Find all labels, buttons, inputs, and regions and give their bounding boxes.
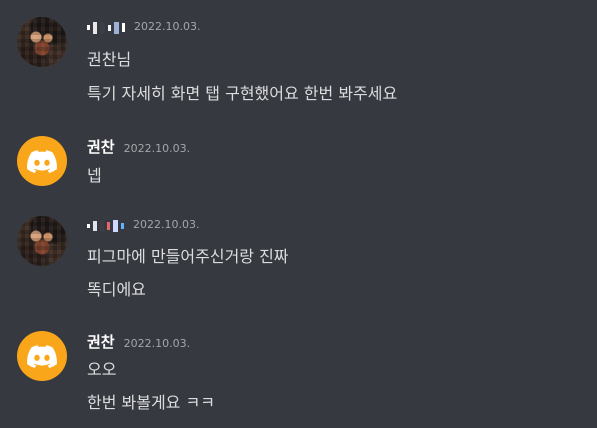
timestamp: 2022.10.03.: [123, 142, 191, 155]
message-text: 똑디에요: [87, 280, 146, 299]
message-header: 권찬 2022.10.03.: [87, 331, 190, 352]
username[interactable]: 권찬: [87, 136, 115, 157]
timestamp: 2022.10.03.: [123, 337, 191, 350]
message-header: 권찬 2022.10.03.: [87, 136, 190, 157]
username[interactable]: 권찬: [87, 331, 115, 352]
message-text: 오오: [87, 360, 117, 379]
message-text: 권찬님: [87, 50, 132, 69]
timestamp: 2022.10.03.: [133, 218, 200, 231]
user-avatar[interactable]: [17, 216, 67, 266]
discord-icon[interactable]: [17, 331, 67, 381]
discord-logo-icon: [27, 344, 57, 368]
message-header: 2022.10.03.: [87, 20, 200, 35]
discord-icon[interactable]: [17, 136, 67, 186]
message-text: 한번 봐볼게요 ㅋㅋ: [87, 393, 215, 412]
message-text: 피그마에 만들어주신거랑 진짜: [87, 247, 289, 266]
message-text: 넵: [87, 166, 102, 185]
timestamp: 2022.10.03.: [134, 20, 201, 33]
username-obscured[interactable]: [87, 20, 125, 35]
message-text: 특기 자세히 화면 탭 구현했어요 한번 봐주세요: [87, 84, 398, 103]
chat-message-list: 2022.10.03. 권찬님 특기 자세히 화면 탭 구현했어요 한번 봐주세…: [0, 0, 597, 428]
discord-logo-icon: [27, 149, 57, 173]
username-obscured[interactable]: [87, 219, 124, 234]
message-header: 2022.10.03.: [87, 218, 199, 234]
user-avatar[interactable]: [17, 17, 67, 67]
